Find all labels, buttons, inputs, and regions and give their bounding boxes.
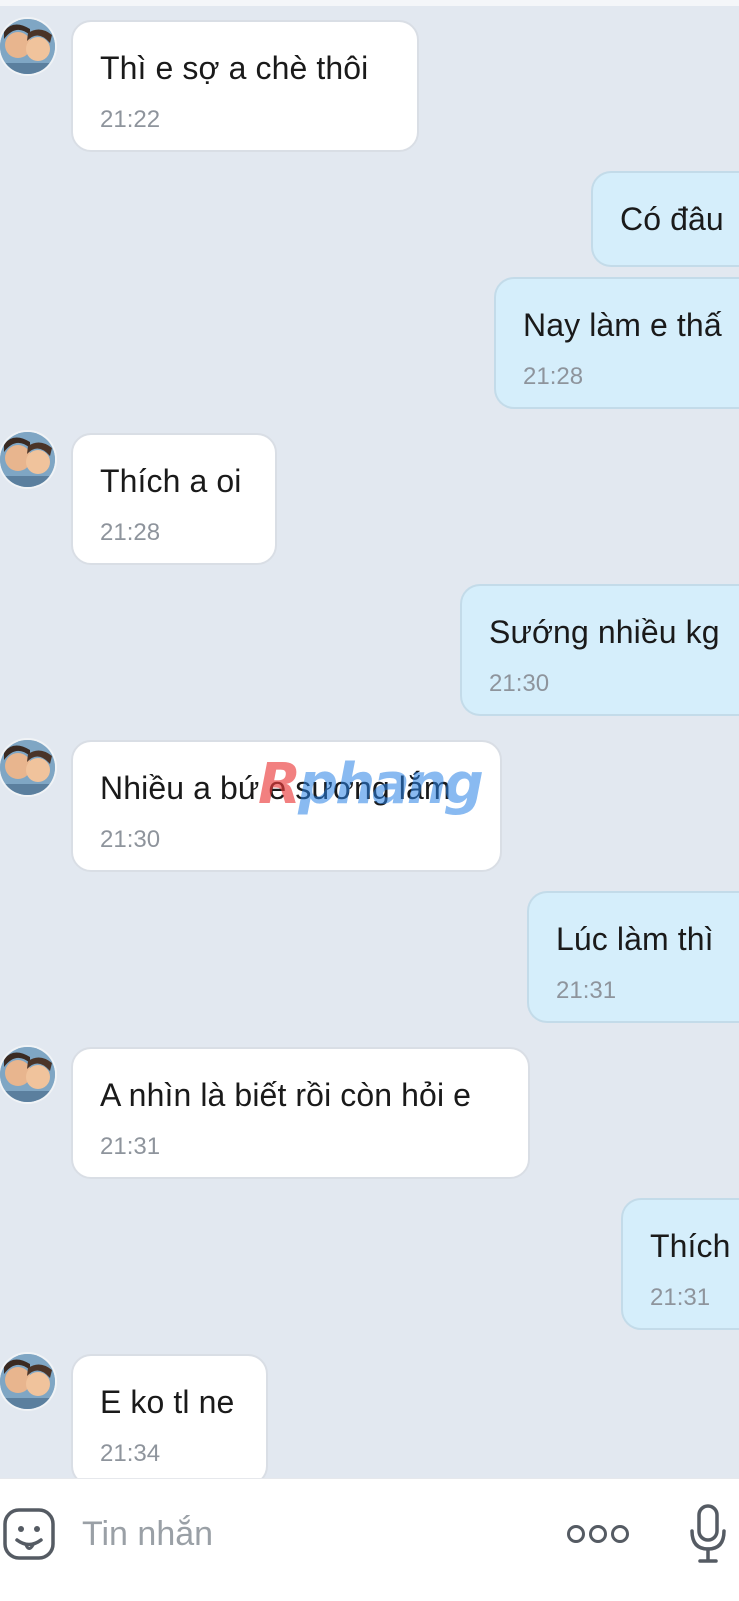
message-text: Thì e sợ a chè thôi (100, 50, 369, 86)
message-text: Sướng nhiều kg (489, 614, 720, 650)
contact-avatar[interactable] (0, 740, 55, 795)
message-time: 21:30 (489, 670, 550, 697)
message-bubble-outgoing[interactable]: Lúc làm thì 21:31 (527, 891, 739, 1023)
message-text: E ko tl ne (100, 1384, 235, 1420)
message-time: 21:28 (100, 519, 161, 546)
message-bubble-incoming[interactable]: A nhìn là biết rồi còn hỏi e 21:31 (71, 1047, 530, 1179)
message-time: 21:31 (556, 977, 617, 1004)
message-bubble-incoming[interactable]: Thì e sợ a chè thôi 21:22 (71, 20, 419, 152)
message-text: Thích (650, 1228, 731, 1264)
message-time: 21:28 (523, 363, 584, 390)
more-options-icon[interactable] (566, 1522, 630, 1546)
message-text: A nhìn là biết rồi còn hỏi e (100, 1077, 472, 1113)
contact-avatar[interactable] (0, 1354, 55, 1409)
message-time: 21:31 (650, 1284, 711, 1311)
sticker-icon[interactable] (2, 1507, 56, 1561)
message-bubble-outgoing[interactable]: Sướng nhiều kg 21:30 (460, 584, 739, 716)
message-bubble-outgoing[interactable]: Nay làm e thấ 21:28 (494, 277, 739, 409)
message-time: 21:34 (100, 1440, 161, 1467)
message-bubble-incoming[interactable]: Thích a oi 21:28 (71, 433, 277, 565)
top-strip (0, 0, 739, 6)
message-time: 21:31 (100, 1133, 161, 1160)
message-text: Nay làm e thấ (523, 307, 722, 343)
message-bubble-incoming[interactable]: E ko tl ne 21:34 (71, 1354, 268, 1486)
message-text: Có đâu (620, 201, 724, 237)
contact-avatar[interactable] (0, 1047, 55, 1102)
message-text: Lúc làm thì (556, 921, 714, 957)
message-bubble-incoming[interactable]: Nhiều a bứ e sương lắm 21:30 (71, 740, 502, 872)
message-text: Nhiều a bứ e sương lắm (100, 770, 451, 806)
message-text: Thích a oi (100, 463, 242, 499)
message-bubble-outgoing[interactable]: Có đâu (591, 171, 739, 267)
message-composer: Tin nhắn (0, 1478, 739, 1601)
microphone-icon[interactable] (688, 1503, 728, 1565)
message-time: 21:30 (100, 826, 161, 853)
message-bubble-outgoing[interactable]: Thích 21:31 (621, 1198, 739, 1330)
contact-avatar[interactable] (0, 19, 55, 74)
contact-avatar[interactable] (0, 432, 55, 487)
message-time: 21:22 (100, 106, 161, 133)
message-input[interactable]: Tin nhắn (82, 1515, 213, 1554)
